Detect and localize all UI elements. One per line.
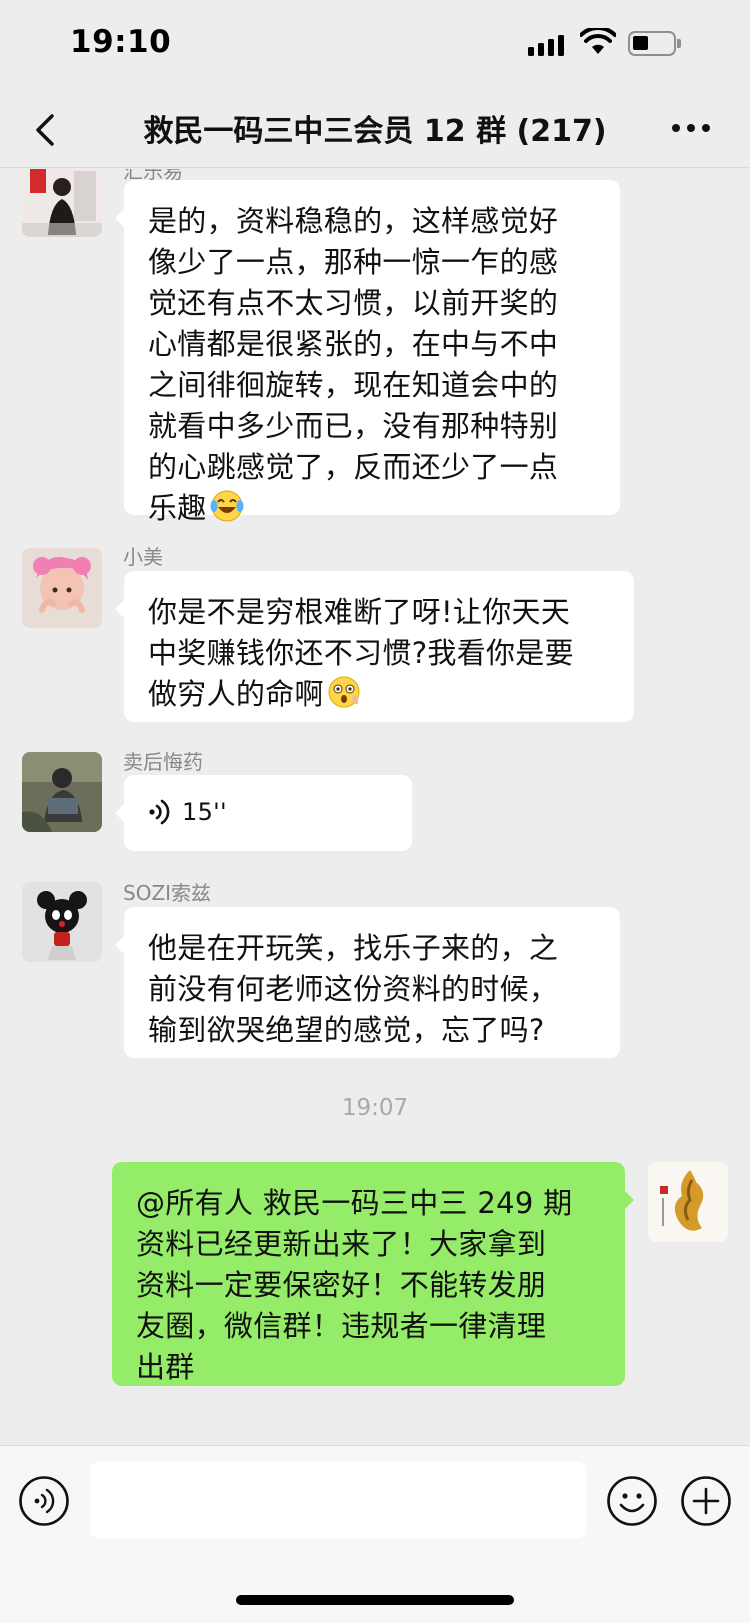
sender-name: 小美: [123, 545, 163, 569]
message-line: 中奖赚钱你还不习惯?我看你是要: [148, 636, 574, 670]
message-line: 之间徘徊旋转，现在知道会中的: [148, 368, 559, 402]
message-line: 是的，资料稳稳的，这样感觉好: [148, 204, 559, 238]
message-line: 前没有何老师这份资料的时候，: [148, 972, 559, 1006]
status-time: 19:10: [70, 24, 172, 60]
message-line: 输到欲哭绝望的感觉，忘了吗?: [148, 1013, 545, 1047]
voice-wave-icon: [149, 799, 170, 825]
message-bubble[interactable]: 你是不是穷根难断了呀!让你天天 中奖赚钱你还不习惯?我看你是要 做穷人的命啊: [115, 571, 634, 722]
voice-message-bubble[interactable]: 15'': [115, 775, 412, 851]
message-line: 友圈，微信群！违规者一律清理: [136, 1309, 547, 1343]
status-bar: 19:10: [0, 0, 750, 90]
battery-icon: [628, 31, 681, 56]
message-list[interactable]: 汇乐易 是的，资料稳稳的，这样感觉好 像少了一点，那种一惊一乍的感 觉还有点不太…: [0, 169, 750, 1445]
message-bubble[interactable]: 他是在开玩笑，找乐子来的，之 前没有何老师这份资料的时候， 输到欲哭绝望的感觉，…: [115, 907, 620, 1058]
voice-input-toggle-icon[interactable]: [18, 1475, 70, 1527]
time-divider: 19:07: [341, 1095, 409, 1121]
message-line: 资料一定要保密好！不能转发朋: [136, 1268, 547, 1302]
message-line: 他是在开玩笑，找乐子来的，之: [148, 931, 559, 965]
message-line: 资料已经更新出来了！大家拿到: [136, 1227, 547, 1261]
message-line: 乐趣: [148, 491, 207, 525]
back-arrow-icon[interactable]: [28, 110, 64, 150]
emoji-picker-icon[interactable]: [606, 1475, 658, 1527]
avatar[interactable]: [22, 882, 102, 962]
message-line: @所有人 救民一码三中三 249 期: [136, 1186, 573, 1220]
own-message-bubble[interactable]: @所有人 救民一码三中三 249 期 资料已经更新出来了！大家拿到 资料一定要保…: [112, 1162, 634, 1386]
message-bubble[interactable]: 是的，资料稳稳的，这样感觉好 像少了一点，那种一惊一乍的感 觉还有点不太习惯，以…: [115, 180, 620, 525]
nav-bar: 救民一码三中三会员 12 群 (217): [0, 90, 750, 168]
home-indicator: [236, 1595, 514, 1605]
avatar[interactable]: [22, 548, 102, 628]
chat-screen: 19:10 救民一码三中三会员 12 群 (217) 汇乐易 是的，资料稳稳的，…: [0, 0, 750, 1623]
message-line: 心情都是很紧张的，在中与不中: [148, 327, 559, 361]
message-line: 的心跳感觉了，反而还少了一点: [148, 450, 559, 484]
message-line: 你是不是穷根难断了呀!让你天天: [148, 595, 571, 629]
input-bar: [0, 1445, 750, 1623]
group-chat-title: 救民一码三中三会员 12 群 (217): [143, 114, 607, 149]
flushed-face-emoji-icon: [328, 676, 360, 708]
voice-duration: 15'': [182, 798, 227, 826]
cellular-signal-icon: [528, 34, 568, 56]
more-actions-plus-icon[interactable]: [680, 1475, 732, 1527]
message-line: 做穷人的命啊: [148, 677, 324, 711]
avatar[interactable]: [22, 169, 102, 237]
laughing-tears-emoji-icon: [210, 490, 244, 522]
wifi-icon: [580, 28, 616, 54]
more-options-icon[interactable]: [672, 124, 712, 134]
sender-name: 卖后悔药: [123, 750, 203, 774]
message-input[interactable]: [90, 1462, 586, 1538]
message-line: 像少了一点，那种一惊一乍的感: [148, 245, 559, 279]
own-avatar[interactable]: [648, 1162, 728, 1242]
sender-name: SOZI索兹: [123, 881, 212, 905]
message-line: 觉还有点不太习惯，以前开奖的: [148, 286, 559, 320]
message-line: 就看中多少而已，没有那种特别: [148, 409, 559, 443]
message-line: 出群: [136, 1350, 195, 1384]
avatar[interactable]: [22, 752, 102, 832]
